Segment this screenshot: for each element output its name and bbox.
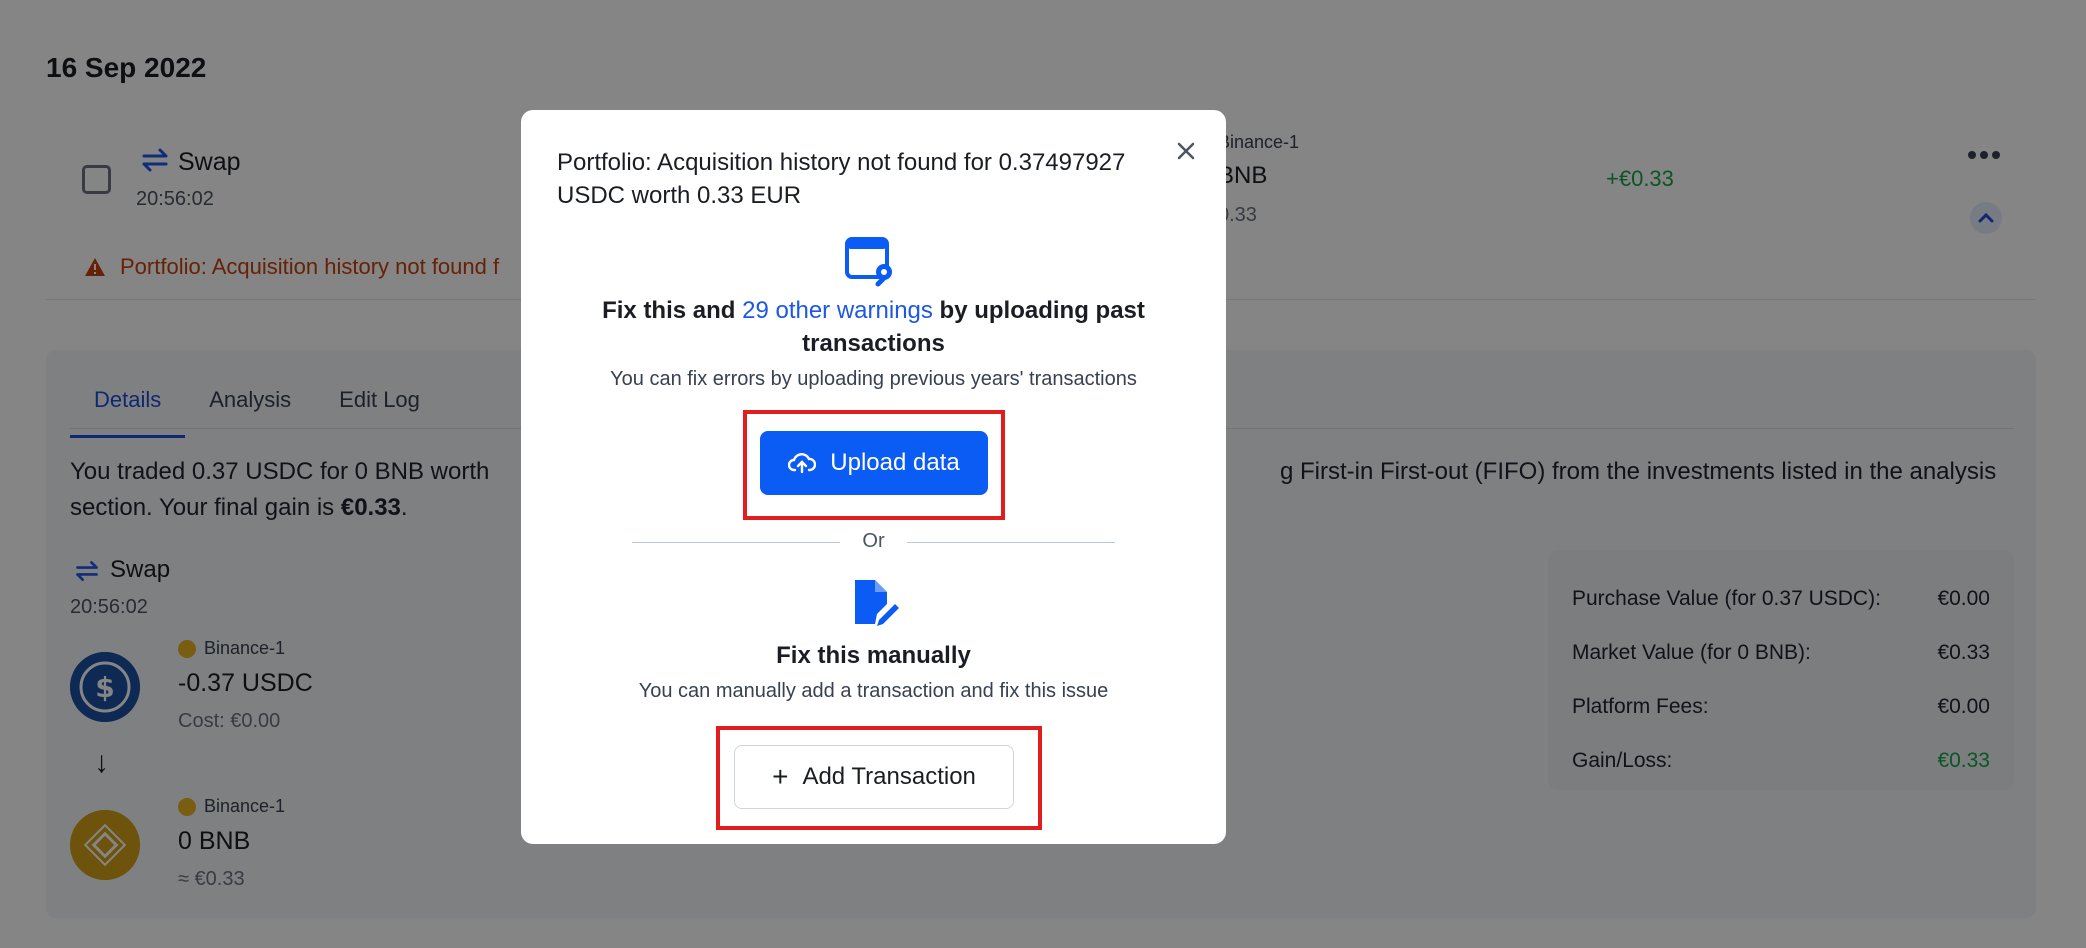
fix-heading-prefix: Fix this and	[602, 297, 743, 324]
plus-icon: +	[772, 761, 789, 792]
separator-line	[907, 542, 1115, 543]
upload-data-button[interactable]: Upload data	[760, 431, 988, 495]
other-warnings-link[interactable]: 29 other warnings	[742, 297, 933, 324]
fix-warning-modal: Portfolio: Acquisition history not found…	[521, 110, 1226, 844]
add-transaction-button[interactable]: + Add Transaction	[734, 745, 1014, 809]
manual-heading: Fix this manually	[776, 642, 971, 669]
modal-title: Portfolio: Acquisition history not found…	[557, 149, 1126, 209]
fix-subtext: You can fix errors by uploading previous…	[610, 368, 1137, 390]
or-text: Or	[862, 530, 885, 552]
cloud-upload-icon	[788, 453, 817, 474]
fix-heading: Fix this and 29 other warnings by upload…	[557, 294, 1190, 360]
file-edit-icon	[855, 580, 899, 626]
or-separator: Or	[632, 520, 1115, 560]
browser-wrench-icon	[845, 237, 892, 287]
add-transaction-label: Add Transaction	[802, 763, 976, 790]
close-icon[interactable]	[1171, 136, 1201, 166]
manual-subtext: You can manually add a transaction and f…	[638, 680, 1109, 702]
separator-line	[632, 542, 840, 543]
upload-data-label: Upload data	[830, 449, 960, 476]
